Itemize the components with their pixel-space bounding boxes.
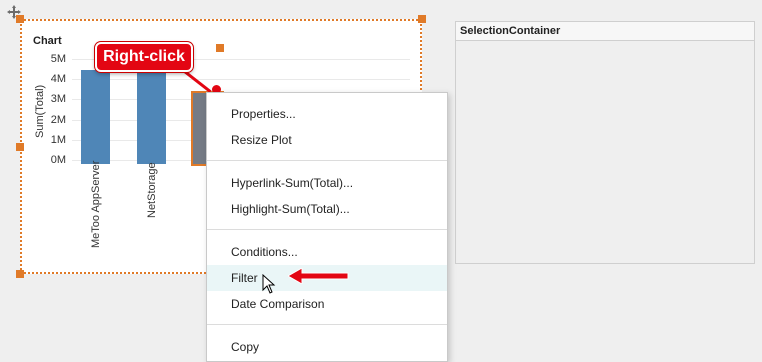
y-tick-label: 2M xyxy=(50,114,66,126)
selection-container[interactable]: SelectionContainer xyxy=(455,21,755,264)
chart-title: Chart xyxy=(33,35,62,47)
chart-bar[interactable] xyxy=(137,69,166,164)
menu-item-highlight[interactable]: Highlight-Sum(Total)... xyxy=(207,196,447,222)
arrow-annotation-icon xyxy=(286,267,350,289)
context-menu: Properties... Resize Plot Hyperlink-Sum(… xyxy=(206,92,448,362)
x-category-label: NetStorage xyxy=(146,162,158,218)
menu-item-resize-plot[interactable]: Resize Plot xyxy=(207,127,447,153)
resize-handle-n[interactable] xyxy=(216,44,224,52)
menu-item-hyperlink[interactable]: Hyperlink-Sum(Total)... xyxy=(207,170,447,196)
y-tick-label: 1M xyxy=(50,134,66,146)
mouse-cursor-icon xyxy=(262,273,276,301)
chart-bar[interactable] xyxy=(81,69,110,164)
right-click-callout: Right-click xyxy=(95,42,193,72)
gridline xyxy=(72,79,410,80)
y-tick-label: 0M xyxy=(50,154,66,166)
menu-item-conditions[interactable]: Conditions... xyxy=(207,239,447,265)
resize-handle-w[interactable] xyxy=(16,143,24,151)
menu-separator xyxy=(207,324,447,325)
y-tick-label: 4M xyxy=(50,73,66,85)
menu-separator xyxy=(207,160,447,161)
resize-handle-nw[interactable] xyxy=(16,15,24,23)
y-tick-label: 3M xyxy=(50,93,66,105)
menu-item-copy[interactable]: Copy xyxy=(207,334,447,360)
resize-handle-sw[interactable] xyxy=(16,270,24,278)
resize-handle-ne[interactable] xyxy=(418,15,426,23)
menu-separator xyxy=(207,229,447,230)
menu-item-properties[interactable]: Properties... xyxy=(207,101,447,127)
x-category-label: MeToo AppServer xyxy=(90,160,102,248)
y-tick-label: 5M xyxy=(50,53,66,65)
menu-item-date-comparison[interactable]: Date Comparison xyxy=(207,291,447,317)
selection-container-title: SelectionContainer xyxy=(456,22,754,41)
